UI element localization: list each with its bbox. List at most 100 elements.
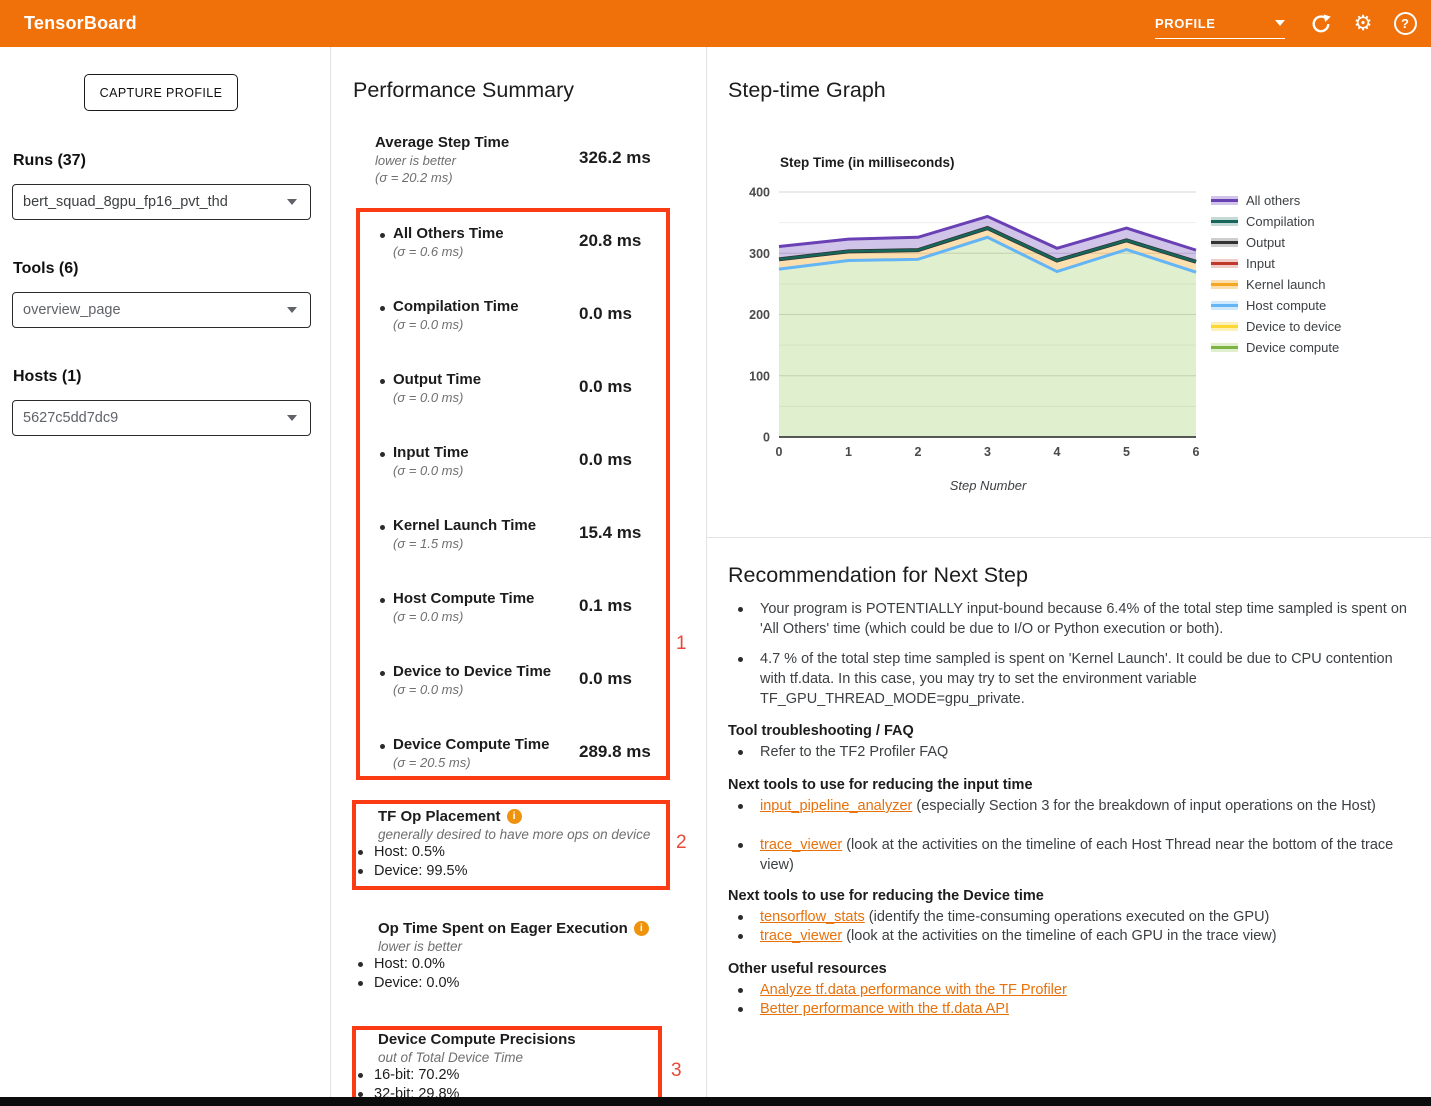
metric-value: 20.8 ms (579, 231, 641, 251)
tool-item-text: (especially Section 3 for the breakdown … (912, 798, 1375, 814)
metric-value: 15.4 ms (579, 523, 641, 543)
list-item: Device: 99.5% (358, 862, 668, 881)
chevron-down-icon (287, 307, 297, 313)
bullet-icon (380, 525, 385, 530)
info-icon[interactable]: i (634, 921, 649, 936)
resource-item: Analyze tf.data performance with the TF … (738, 980, 1418, 1000)
runs-label: Runs (37) (13, 152, 86, 170)
capture-profile-button[interactable]: CAPTURE PROFILE (84, 74, 238, 111)
help-button[interactable]: ? (1391, 10, 1419, 38)
tools-label: Tools (6) (13, 260, 78, 278)
bullet-icon (738, 843, 743, 848)
step-time-chart[interactable]: 01002003004000123456 (740, 180, 1206, 480)
section-subtitle: generally desired to have more ops on de… (378, 826, 668, 843)
legend-item-device-compute: Device compute (1211, 337, 1341, 358)
chevron-down-icon (1275, 20, 1285, 26)
chart-x-axis-label: Step Number (780, 478, 1196, 493)
area-device-compute (779, 237, 1196, 437)
x-tick-label: 0 (776, 445, 783, 459)
bullet-icon (738, 750, 743, 755)
tfdata-api-link[interactable]: Better performance with the tf.data API (760, 1001, 1009, 1017)
y-tick-label: 300 (749, 247, 770, 261)
bullet-icon (738, 988, 743, 993)
legend-swatch (1211, 322, 1238, 331)
y-tick-label: 100 (749, 369, 770, 383)
legend-label: Input (1246, 256, 1275, 271)
bullet-icon (738, 657, 743, 662)
info-icon[interactable]: i (507, 809, 522, 824)
tool-item: tensorflow_stats (identify the time-cons… (738, 907, 1418, 927)
bullet-icon (380, 744, 385, 749)
section-title: TF Op Placement (378, 808, 501, 825)
faq-heading: Tool troubleshooting / FAQ (728, 723, 914, 739)
legend-label: Kernel launch (1246, 277, 1326, 292)
legend-item-device-to-device: Device to device (1211, 316, 1341, 337)
chevron-down-icon (287, 415, 297, 421)
legend-label: All others (1246, 193, 1300, 208)
tfdata-profiler-link[interactable]: Analyze tf.data performance with the TF … (760, 982, 1067, 998)
recommendation-title: Recommendation for Next Step (728, 563, 1028, 588)
legend-swatch (1211, 259, 1238, 268)
runs-select[interactable]: bert_squad_8gpu_fp16_pvt_thd (12, 184, 311, 220)
header-controls: PROFILE ⚙ ? (1155, 0, 1419, 47)
tool-item-text: (look at the activities on the timeline … (760, 837, 1393, 873)
y-tick-label: 200 (749, 308, 770, 322)
dashboard-selector[interactable]: PROFILE (1155, 8, 1285, 39)
bullet-icon (738, 1007, 743, 1012)
refresh-button[interactable] (1307, 10, 1335, 38)
tool-item-text: (look at the activities on the timeline … (842, 928, 1276, 944)
legend-swatch (1211, 196, 1238, 205)
dashboard-selector-value: PROFILE (1155, 16, 1216, 31)
tensorboard-app: TensorBoard PROFILE ⚙ ? CAPTURE PROFILE … (0, 0, 1431, 1106)
legend-swatch (1211, 238, 1238, 247)
legend-swatch (1211, 301, 1238, 310)
hosts-select[interactable]: 5627c5dd7dc9 (12, 400, 311, 436)
annotation-number-1: 1 (676, 633, 687, 655)
section-subtitle: lower is better (378, 938, 668, 955)
tensorflow-stats-link[interactable]: tensorflow_stats (760, 909, 865, 925)
metric-value: 0.1 ms (579, 596, 632, 616)
legend-item-all-others: All others (1211, 190, 1341, 211)
legend-label: Device compute (1246, 340, 1339, 355)
x-tick-label: 2 (915, 445, 922, 459)
tool-item-text: (identify the time-consuming operations … (865, 909, 1270, 925)
recommendation-bullet: Your program is POTENTIALLY input-bound … (738, 599, 1418, 639)
trace-viewer-link[interactable]: trace_viewer (760, 928, 842, 944)
faq-item: Refer to the TF2 Profiler FAQ (738, 742, 1418, 762)
section-divider (707, 537, 1431, 538)
legend-label: Device to device (1246, 319, 1341, 334)
app-title: TensorBoard (24, 13, 137, 34)
x-tick-label: 6 (1193, 445, 1200, 459)
input-pipeline-analyzer-link[interactable]: input_pipeline_analyzer (760, 798, 912, 814)
device-tools-heading: Next tools to use for reducing the Devic… (728, 888, 1044, 904)
hosts-select-value: 5627c5dd7dc9 (23, 410, 118, 426)
input-tools-heading: Next tools to use for reducing the input… (728, 777, 1033, 793)
legend-swatch (1211, 343, 1238, 352)
legend-swatch (1211, 217, 1238, 226)
resources-heading: Other useful resources (728, 961, 887, 977)
annotation-number-2: 2 (676, 832, 687, 854)
app-header: TensorBoard PROFILE ⚙ ? (0, 0, 1431, 47)
bullet-icon (380, 306, 385, 311)
legend-label: Compilation (1246, 214, 1315, 229)
metric-value: 0.0 ms (579, 450, 632, 470)
legend-swatch (1211, 280, 1238, 289)
metric-value: 0.0 ms (579, 304, 632, 324)
list-item: Host: 0.5% (358, 843, 668, 862)
tf-op-placement-section: TF Op Placement i generally desired to ha… (378, 808, 668, 880)
trace-viewer-link[interactable]: trace_viewer (760, 837, 842, 853)
list-item: Host: 0.0% (358, 955, 668, 974)
device-precisions-section: Device Compute Precisions out of Total D… (378, 1031, 668, 1103)
legend-item-compilation: Compilation (1211, 211, 1341, 232)
bullet-icon (358, 850, 363, 855)
help-icon: ? (1394, 12, 1417, 35)
legend-item-kernel-launch: Kernel launch (1211, 274, 1341, 295)
x-tick-label: 1 (845, 445, 852, 459)
metric-sigma: (σ = 20.2 ms) (375, 169, 665, 186)
bullet-icon (738, 915, 743, 920)
settings-button[interactable]: ⚙ (1349, 10, 1377, 38)
annotation-number-3: 3 (671, 1060, 682, 1082)
bullet-icon (358, 1073, 363, 1078)
x-tick-label: 4 (1054, 445, 1061, 459)
tools-select[interactable]: overview_page (12, 292, 311, 328)
